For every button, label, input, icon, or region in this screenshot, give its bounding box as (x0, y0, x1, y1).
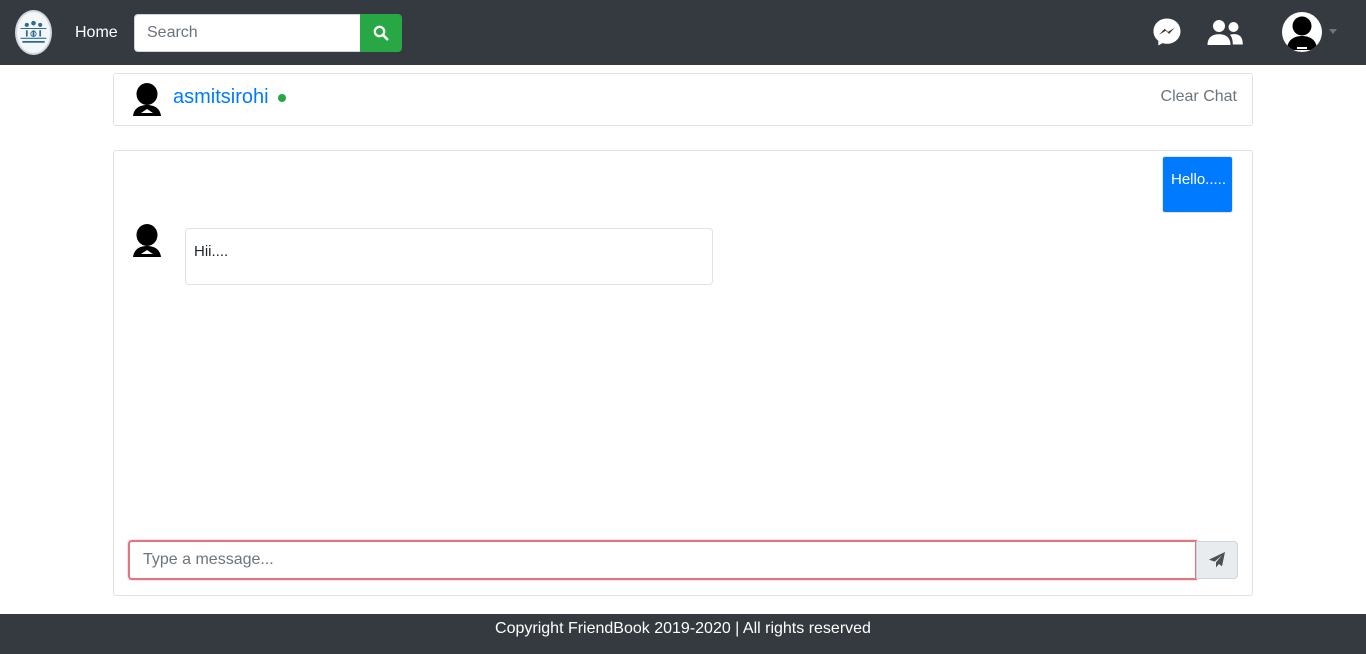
nav-home-link[interactable]: Home (75, 24, 118, 42)
friends-button[interactable] (1206, 18, 1244, 46)
search-button[interactable] (360, 14, 402, 52)
search-input[interactable] (134, 14, 361, 52)
top-navbar: Home (0, 0, 1366, 65)
clear-chat-button[interactable]: Clear Chat (1161, 88, 1237, 106)
copyright-text: Copyright FriendBook 2019-2020 | All rig… (495, 620, 871, 637)
send-button[interactable] (1196, 541, 1238, 579)
chevron-down-icon (1329, 29, 1337, 34)
incoming-message-bubble: Hii.... (185, 228, 713, 285)
contact-name-link[interactable]: asmitsirohi (173, 86, 269, 109)
page-footer: Copyright FriendBook 2019-2020 | All rig… (0, 614, 1366, 654)
user-avatar-icon (1282, 12, 1322, 52)
chat-window: Hello..... Hii.... (113, 150, 1253, 596)
search-icon (373, 25, 389, 41)
profile-menu-button[interactable] (1282, 12, 1338, 52)
friends-icon (1207, 20, 1243, 45)
online-status-indicator (278, 94, 286, 102)
outgoing-message-bubble: Hello..... (1162, 156, 1233, 213)
message-input[interactable] (128, 540, 1197, 580)
paper-plane-icon (1209, 552, 1225, 568)
messenger-button[interactable] (1152, 17, 1182, 47)
contact-avatar-icon (131, 82, 163, 118)
chat-header: asmitsirohi Clear Chat (113, 73, 1253, 126)
messenger-icon (1153, 18, 1181, 46)
sender-avatar-icon (131, 223, 163, 259)
friendbook-logo-icon[interactable] (15, 10, 52, 55)
